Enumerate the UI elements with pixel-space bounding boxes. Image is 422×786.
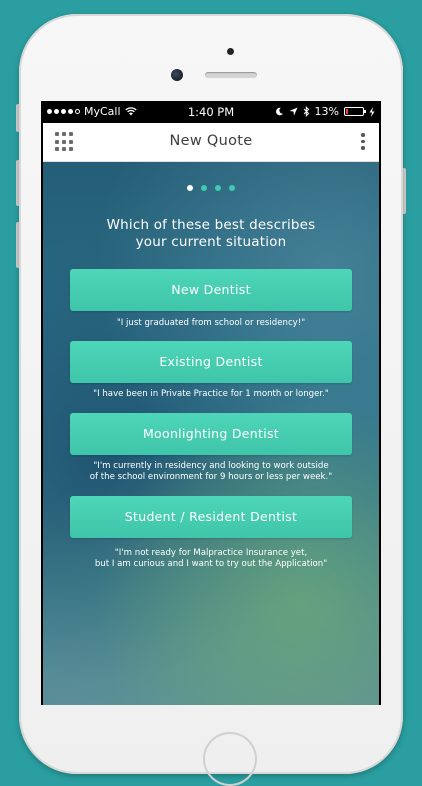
moonlighting-dentist-button[interactable]: Moonlighting Dentist bbox=[70, 413, 352, 455]
front-camera bbox=[171, 69, 183, 81]
proximity-sensor bbox=[227, 48, 234, 55]
page-dot[interactable] bbox=[201, 185, 207, 191]
status-bar: MyCall 1:40 PM 13% bbox=[41, 101, 381, 123]
location-arrow-icon bbox=[288, 107, 298, 116]
page-dot[interactable] bbox=[229, 185, 235, 191]
earpiece-speaker bbox=[205, 72, 257, 78]
caption-line: "I just graduated from school or residen… bbox=[116, 318, 306, 328]
caption-line: "I have been in Private Practice for 1 m… bbox=[93, 389, 329, 399]
caption-line: but I am curious and I want to try out t… bbox=[94, 559, 328, 569]
page-indicator bbox=[43, 185, 379, 191]
home-button[interactable] bbox=[203, 732, 257, 786]
quote-content: Which of these best describes your curre… bbox=[43, 162, 379, 705]
question-heading: Which of these best describes your curre… bbox=[43, 217, 379, 251]
student-resident-dentist-caption: "I'm not ready for Malpractice Insurance… bbox=[43, 548, 379, 570]
caption-line: of the school environment for 9 hours or… bbox=[89, 472, 333, 482]
page-dot[interactable] bbox=[215, 185, 221, 191]
student-resident-dentist-button[interactable]: Student / Resident Dentist bbox=[70, 496, 352, 538]
bluetooth-icon bbox=[303, 106, 309, 117]
moon-icon bbox=[275, 107, 283, 116]
question-line-2: your current situation bbox=[135, 234, 287, 250]
question-line-1: Which of these best describes bbox=[106, 217, 316, 233]
battery-fill bbox=[346, 109, 348, 114]
page-dot[interactable] bbox=[187, 185, 193, 191]
status-right: 13% bbox=[275, 105, 375, 118]
screen: MyCall 1:40 PM 13% New Quote Which of th… bbox=[41, 101, 381, 705]
caption-line: "I'm not ready for Malpractice Insurance… bbox=[114, 548, 308, 558]
existing-dentist-button[interactable]: Existing Dentist bbox=[70, 341, 352, 383]
battery-percent: 13% bbox=[314, 105, 339, 118]
new-dentist-button[interactable]: New Dentist bbox=[70, 269, 352, 311]
page-title: New Quote bbox=[169, 133, 253, 149]
existing-dentist-caption: "I have been in Private Practice for 1 m… bbox=[43, 389, 379, 400]
kebab-menu-icon[interactable] bbox=[361, 133, 365, 150]
moonlighting-dentist-caption: "I'm currently in residency and looking … bbox=[43, 461, 379, 483]
caption-line: "I'm currently in residency and looking … bbox=[93, 461, 329, 471]
battery-icon bbox=[344, 107, 366, 116]
charging-bolt-icon bbox=[369, 106, 375, 117]
new-dentist-caption: "I just graduated from school or residen… bbox=[43, 318, 379, 329]
navigation-bar: New Quote bbox=[43, 123, 379, 162]
